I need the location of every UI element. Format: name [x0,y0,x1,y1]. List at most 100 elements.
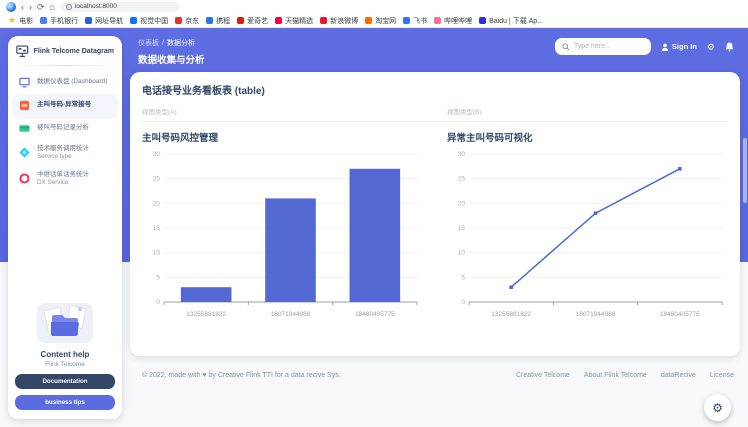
svg-text:10: 10 [458,250,466,257]
svg-text:5: 5 [156,274,160,281]
svg-text:18071944988: 18071944988 [271,311,311,318]
svg-text:13255881822: 13255881822 [491,311,531,318]
sidebar: Flink Telcome Datagram 数据仪表盘 (Dashboard)… [8,36,122,419]
dashboard-card: 电话接号业务看板表 (table) 视图类型(A) 视图类型(B) 主叫号码风控… [130,72,740,356]
favicon [175,17,182,24]
favicon [275,17,282,24]
footer-link-creative[interactable]: Creative Telcome [516,372,570,379]
svg-text:0: 0 [156,299,160,306]
back-button[interactable]: ‹ [21,2,24,12]
svg-text:20: 20 [458,200,466,207]
sidebar-item-label: 主叫号码-异常接号 [37,101,91,109]
svg-text:0: 0 [461,299,465,306]
svg-text:5: 5 [461,274,465,281]
favicon [206,17,213,24]
breadcrumb-current: 数据分析 [167,40,195,47]
svg-text:18071944988: 18071944988 [576,311,616,318]
ring-icon [18,172,31,185]
search-input[interactable] [574,43,644,50]
line-chart-panel: 异常主叫号码可视化 051015202530132558818221807194… [447,130,728,324]
bookmark-item[interactable]: 爱奇艺 [237,16,268,26]
bookmark-item[interactable]: 淘宝网 [365,16,396,26]
favicon [365,17,372,24]
scrollbar-thumb[interactable] [743,138,747,203]
bar-chart-title: 主叫号码风控管理 [142,130,423,144]
svg-text:15: 15 [153,225,161,232]
favicon [320,17,327,24]
breadcrumb-root[interactable]: 仪表板 [138,40,159,47]
svg-text:10: 10 [153,250,161,257]
bar-chart-panel: 主叫号码风控管理 0510152025301325588182218071944… [142,130,423,324]
footer: © 2022, made with ♥ by Creative Flink TT… [142,372,734,379]
reload-button[interactable]: ⟳ [37,2,45,12]
bookmark-item[interactable]: 哔哩哔哩 [434,16,472,26]
floating-settings-button[interactable]: ⚙ [704,394,731,421]
sidebar-item-trunk-stats[interactable]: 中继话单话务统计DX Service [13,166,117,192]
site-info-icon[interactable]: i [66,4,72,10]
sidebar-item-called-analysis[interactable]: 被叫号码记录分析 [13,117,117,140]
favicon [85,17,92,24]
sidebar-item-service-stats[interactable]: 技术服务调用统计Service type [13,140,117,166]
favicon [237,17,244,24]
star-icon: ★ [8,16,16,25]
bookmark-item[interactable]: 天猫精选 [275,16,313,26]
header-controls: Sign In ⚙ [555,38,734,55]
bookmark-item[interactable]: ★电影 [8,16,33,26]
sidebar-item-dashboard[interactable]: 数据仪表盘 (Dashboard) [13,71,117,94]
browser-logo-icon [6,2,16,12]
favicon [130,17,137,24]
svg-text:25: 25 [153,176,161,183]
bookmarks-bar: ★电影 手机银行 网址导航 视觉中国 京东 携程 爱奇艺 天猫精选 新浪微博 淘… [0,13,748,28]
app-viewport: 仪表板/数据分析 数据收集与分析 Sign In ⚙ [0,28,748,427]
documentation-button[interactable]: Documentation [15,374,115,389]
sign-in-button[interactable]: Sign In [661,42,697,51]
footer-link-datarecive[interactable]: dataRecive [661,372,696,379]
favicon [434,17,441,24]
view-type-row: 视图类型(A) 视图类型(B) [142,97,728,122]
svg-text:30: 30 [153,151,161,158]
svg-text:15: 15 [458,225,466,232]
bookmark-item[interactable]: 新浪微博 [320,16,358,26]
breadcrumb-block: 仪表板/数据分析 数据收集与分析 [138,38,205,66]
copyright-text: © 2022, made with ♥ by Creative Flink TT… [142,372,341,379]
charts-row: 主叫号码风控管理 0 5 10 15 20 25 30 13255881822 18071944… [142,130,728,324]
footer-links: Creative Telcome About Flink Telcome dat… [516,372,734,379]
bookmark-item[interactable]: 视觉中国 [130,16,168,26]
footer-link-license[interactable]: License [710,372,734,379]
bookmark-item[interactable]: 携程 [206,16,230,26]
gem-icon [18,146,31,159]
bookmark-item[interactable]: 网址导航 [85,16,123,26]
sidebar-item-label: 中继话单话务统计DX Service [37,171,89,187]
browser-chrome: ‹ › ⟳ ⌂ i localhost:8000 ★电影 手机银行 网址导航 视… [0,0,748,28]
bookmark-item[interactable]: 飞书 [403,16,427,26]
app-header: 仪表板/数据分析 数据收集与分析 Sign In ⚙ [138,38,734,66]
home-button[interactable]: ⌂ [50,2,55,12]
sidebar-item-caller-abnormal[interactable]: 主叫号码-异常接号 [13,94,117,117]
favicon [403,17,410,24]
box-icon [18,99,31,112]
browser-toolbar: ‹ › ⟳ ⌂ i localhost:8000 [0,0,748,13]
forward-button[interactable]: › [29,2,32,12]
business-tips-button[interactable]: business tips [15,395,115,410]
url-text[interactable]: localhost:8000 [75,3,117,10]
breadcrumb: 仪表板/数据分析 [138,38,205,48]
help-subtitle: Flink Telcome [15,361,115,368]
help-title: Content help [15,350,115,359]
bookmark-item[interactable]: Baidu | 下载 Ap... [479,16,543,26]
search-box[interactable] [555,38,651,55]
footer-link-about[interactable]: About Flink Telcome [584,372,647,379]
address-bar[interactable]: i localhost:8000 [60,2,180,12]
bookmark-item[interactable]: 京东 [175,16,199,26]
bar-chart: 0510152025301325588182218071944988184804… [142,146,423,324]
sidebar-help-card: Content help Flink Telcome Documentation… [8,293,122,419]
brand[interactable]: Flink Telcome Datagram [8,36,122,65]
settings-icon[interactable]: ⚙ [707,42,715,52]
bookmark-item[interactable]: 手机银行 [40,16,78,26]
notifications-bell-icon[interactable] [725,42,734,52]
favicon [479,17,486,24]
sidebar-item-label: 被叫号码记录分析 [37,124,89,132]
view-type-label-right: 视图类型(B) [447,106,728,116]
page-title: 数据收集与分析 [138,52,205,66]
svg-text:18480405775: 18480405775 [660,311,700,318]
sidebar-item-label: 技术服务调用统计Service type [37,145,89,161]
